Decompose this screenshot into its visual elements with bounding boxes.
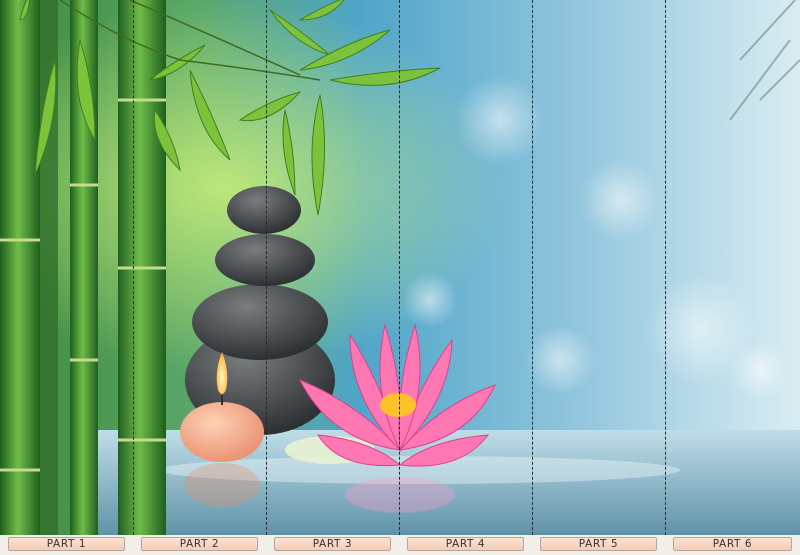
part-4-label: PART 4 xyxy=(407,537,524,551)
spa-scene-image xyxy=(0,0,800,535)
part-6-label: PART 6 xyxy=(673,537,792,551)
photo-wallpaper-preview: PART 1 PART 2 PART 3 PART 4 PART 5 PART … xyxy=(0,0,800,555)
part-1-label: PART 1 xyxy=(8,537,125,551)
part-5-label: PART 5 xyxy=(540,537,657,551)
part-2-label: PART 2 xyxy=(141,537,258,551)
part-3-label: PART 3 xyxy=(274,537,391,551)
